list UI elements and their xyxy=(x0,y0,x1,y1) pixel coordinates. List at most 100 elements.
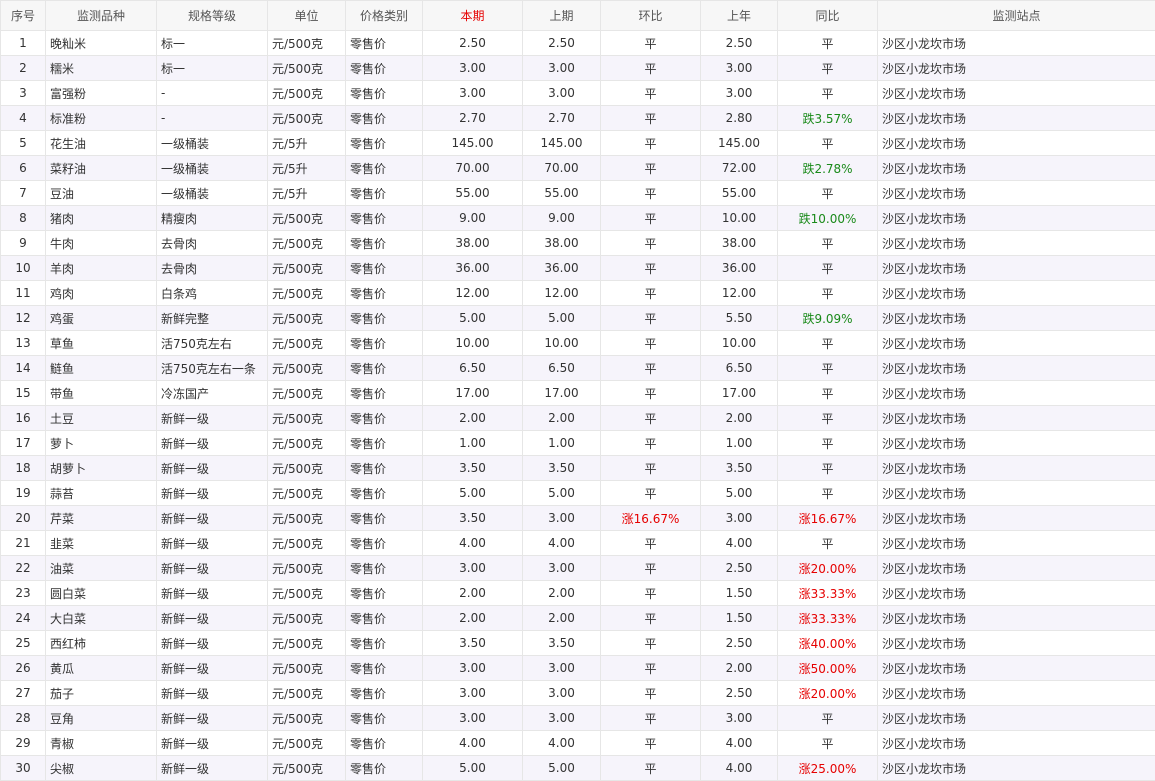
cell-item: 猪肉 xyxy=(45,205,157,231)
cell-station: 沙区小龙坎市场 xyxy=(877,505,1155,531)
cell-current: 2.00 xyxy=(422,405,523,431)
table-row: 6 菜籽油 一级桶装 元/5升 零售价 70.00 70.00 平 72.00 跌2.78% 沙区小… xyxy=(0,155,1155,181)
cell-price-type: 零售价 xyxy=(345,680,423,706)
cell-mom: 平 xyxy=(600,555,701,581)
cell-previous: 3.00 xyxy=(522,555,601,581)
cell-last-year: 3.50 xyxy=(700,455,778,481)
cell-spec: 新鲜一级 xyxy=(156,655,268,681)
cell-yoy: 跌10.00% xyxy=(777,205,878,231)
cell-yoy: 平 xyxy=(777,55,878,81)
cell-price-type: 零售价 xyxy=(345,405,423,431)
cell-seq: 3 xyxy=(0,80,46,106)
cell-price-type: 零售价 xyxy=(345,555,423,581)
table-row: 29 青椒 新鲜一级 元/500克 零售价 4.00 4.00 平 4.00 平沙区小龙坎市场 xyxy=(0,730,1155,756)
cell-last-year: 1.50 xyxy=(700,580,778,606)
cell-seq: 23 xyxy=(0,580,46,606)
cell-seq: 13 xyxy=(0,330,46,356)
cell-unit: 元/500克 xyxy=(267,355,346,381)
price-monitoring-table: 序号 监测品种 规格等级 单位 价格类别 本期 上期 环比 上年 同比 监测站点… xyxy=(0,0,1155,781)
cell-previous: 2.00 xyxy=(522,405,601,431)
cell-previous: 3.00 xyxy=(522,680,601,706)
cell-item: 韭菜 xyxy=(45,530,157,556)
cell-previous: 4.00 xyxy=(522,730,601,756)
cell-item: 芹菜 xyxy=(45,505,157,531)
cell-mom: 平 xyxy=(600,730,701,756)
cell-yoy: 涨33.33% xyxy=(777,605,878,631)
cell-spec: 新鲜一级 xyxy=(156,405,268,431)
header-item: 监测品种 xyxy=(45,0,157,31)
cell-mom: 平 xyxy=(600,280,701,306)
cell-last-year: 3.00 xyxy=(700,80,778,106)
cell-station: 沙区小龙坎市场 xyxy=(877,455,1155,481)
cell-previous: 9.00 xyxy=(522,205,601,231)
cell-item: 青椒 xyxy=(45,730,157,756)
cell-station: 沙区小龙坎市场 xyxy=(877,305,1155,331)
table-row: 26 黄瓜 新鲜一级 元/500克 零售价 3.00 3.00 平 2.00 涨50.00% 沙区小… xyxy=(0,655,1155,681)
cell-item: 草鱼 xyxy=(45,330,157,356)
cell-mom: 平 xyxy=(600,580,701,606)
cell-previous: 5.00 xyxy=(522,755,601,781)
header-yoy: 同比 xyxy=(777,0,878,31)
cell-mom: 平 xyxy=(600,105,701,131)
cell-item: 尖椒 xyxy=(45,755,157,781)
cell-last-year: 2.50 xyxy=(700,30,778,56)
cell-yoy: 平 xyxy=(777,30,878,56)
cell-previous: 3.00 xyxy=(522,505,601,531)
cell-item: 标准粉 xyxy=(45,105,157,131)
cell-previous: 1.00 xyxy=(522,430,601,456)
cell-unit: 元/500克 xyxy=(267,305,346,331)
cell-unit: 元/5升 xyxy=(267,180,346,206)
cell-current: 3.00 xyxy=(422,55,523,81)
cell-station: 沙区小龙坎市场 xyxy=(877,255,1155,281)
cell-mom: 平 xyxy=(600,355,701,381)
header-spec: 规格等级 xyxy=(156,0,268,31)
cell-current: 2.00 xyxy=(422,580,523,606)
cell-price-type: 零售价 xyxy=(345,430,423,456)
cell-spec: 新鲜一级 xyxy=(156,505,268,531)
header-previous: 上期 xyxy=(522,0,601,31)
cell-current: 5.00 xyxy=(422,305,523,331)
cell-item: 菜籽油 xyxy=(45,155,157,181)
cell-yoy: 平 xyxy=(777,730,878,756)
cell-current: 4.00 xyxy=(422,730,523,756)
header-row: 序号 监测品种 规格等级 单位 价格类别 本期 上期 环比 上年 同比 监测站点 xyxy=(0,0,1155,31)
cell-current: 55.00 xyxy=(422,180,523,206)
cell-last-year: 55.00 xyxy=(700,180,778,206)
cell-yoy: 涨20.00% xyxy=(777,680,878,706)
header-station: 监测站点 xyxy=(877,0,1155,31)
cell-station: 沙区小龙坎市场 xyxy=(877,130,1155,156)
cell-price-type: 零售价 xyxy=(345,580,423,606)
cell-spec: 新鲜一级 xyxy=(156,555,268,581)
cell-mom: 平 xyxy=(600,480,701,506)
cell-previous: 3.00 xyxy=(522,55,601,81)
cell-price-type: 零售价 xyxy=(345,380,423,406)
cell-mom: 平 xyxy=(600,705,701,731)
cell-spec: 活750克左右一条 xyxy=(156,355,268,381)
cell-current: 3.00 xyxy=(422,655,523,681)
cell-previous: 4.00 xyxy=(522,530,601,556)
cell-unit: 元/500克 xyxy=(267,405,346,431)
cell-station: 沙区小龙坎市场 xyxy=(877,705,1155,731)
cell-spec: 新鲜一级 xyxy=(156,580,268,606)
table-row: 3 富强粉 - 元/500克 零售价 3.00 3.00 平 3.00 平沙区小龙坎市场 xyxy=(0,80,1155,106)
cell-last-year: 5.00 xyxy=(700,480,778,506)
cell-price-type: 零售价 xyxy=(345,55,423,81)
cell-unit: 元/500克 xyxy=(267,455,346,481)
cell-item: 大白菜 xyxy=(45,605,157,631)
cell-mom: 平 xyxy=(600,230,701,256)
table-row: 1 晚籼米 标一 元/500克 零售价 2.50 2.50 平 2.50 平沙区小龙坎市场 xyxy=(0,30,1155,56)
cell-current: 1.00 xyxy=(422,430,523,456)
cell-last-year: 36.00 xyxy=(700,255,778,281)
header-price-type: 价格类别 xyxy=(345,0,423,31)
cell-last-year: 6.50 xyxy=(700,355,778,381)
cell-spec: 冷冻国产 xyxy=(156,380,268,406)
cell-previous: 145.00 xyxy=(522,130,601,156)
header-current: 本期 xyxy=(422,0,523,31)
cell-seq: 20 xyxy=(0,505,46,531)
cell-last-year: 4.00 xyxy=(700,755,778,781)
cell-spec: - xyxy=(156,105,268,131)
cell-price-type: 零售价 xyxy=(345,530,423,556)
cell-previous: 17.00 xyxy=(522,380,601,406)
cell-yoy: 平 xyxy=(777,80,878,106)
cell-price-type: 零售价 xyxy=(345,205,423,231)
